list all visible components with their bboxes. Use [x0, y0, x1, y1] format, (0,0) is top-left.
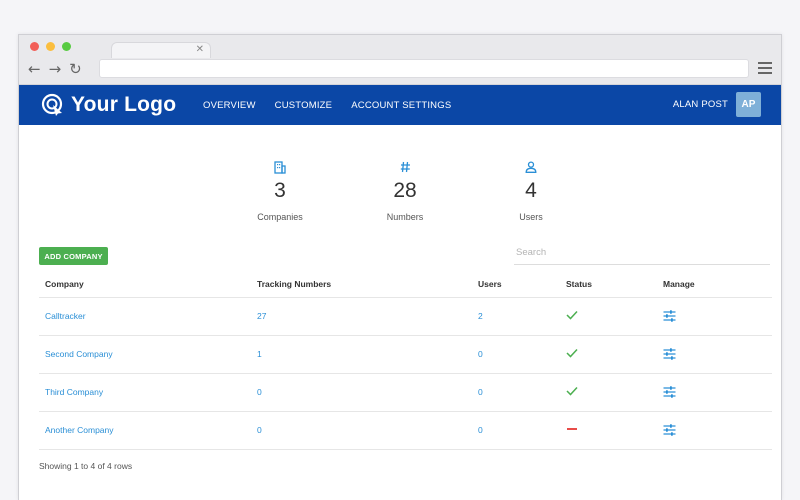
logo-text: Your Logo [71, 93, 177, 116]
dash-icon [566, 426, 578, 436]
column-header-users[interactable]: Users [472, 271, 560, 298]
sliders-icon[interactable] [663, 386, 772, 398]
tracking-numbers-link[interactable]: 1 [251, 335, 472, 374]
user-icon [486, 161, 576, 175]
user-name: ALAN POST [672, 99, 728, 110]
stat-label: Companies [257, 212, 303, 222]
sliders-icon[interactable] [663, 348, 772, 360]
check-icon [566, 348, 578, 360]
stat-numbers: 28 Numbers [360, 161, 450, 222]
logo[interactable]: Your Logo [41, 93, 176, 117]
search-input[interactable] [514, 241, 770, 265]
table-row: Calltracker 27 2 [39, 297, 772, 336]
status-cell [560, 297, 657, 336]
avatar[interactable]: AP [736, 92, 761, 117]
column-header-tracking-numbers[interactable]: Tracking Numbers [251, 271, 472, 298]
browser-nav: ← → ↻ [28, 62, 82, 77]
tracking-numbers-link[interactable]: 0 [251, 411, 472, 450]
sliders-icon[interactable] [663, 424, 772, 436]
maximize-window-button[interactable] [62, 42, 71, 51]
stat-value: 3 [274, 179, 286, 202]
nav-account-settings[interactable]: ACCOUNT SETTINGS [351, 100, 451, 111]
manage-cell [657, 335, 772, 374]
browser-window: ✕ ← → ↻ Your Logo OVERVIEW CUSTOMIZE ACC… [18, 34, 782, 500]
nav-overview[interactable]: OVERVIEW [203, 100, 256, 111]
tracking-numbers-link[interactable]: 0 [251, 373, 472, 412]
tracking-numbers-link[interactable]: 27 [251, 297, 472, 336]
table-row: Second Company 1 0 [39, 335, 772, 374]
user-menu[interactable]: ALAN POST AP [673, 92, 761, 117]
users-link[interactable]: 0 [472, 411, 560, 450]
stat-value: 4 [525, 179, 537, 202]
company-link[interactable]: Third Company [39, 373, 251, 412]
table-header-row: Company Tracking Numbers Users Status Ma… [39, 271, 772, 298]
status-cell [560, 335, 657, 374]
main-nav: OVERVIEW CUSTOMIZE ACCOUNT SETTINGS [203, 100, 451, 111]
company-link[interactable]: Calltracker [39, 297, 251, 336]
stat-users: 4 Users [486, 161, 576, 222]
forward-arrow-icon[interactable]: → [49, 62, 62, 77]
table-row: Third Company 0 0 [39, 373, 772, 412]
users-link[interactable]: 0 [472, 335, 560, 374]
company-link[interactable]: Another Company [39, 411, 251, 450]
status-cell [560, 373, 657, 412]
stat-label: Users [519, 212, 543, 222]
column-header-manage[interactable]: Manage [657, 271, 772, 298]
logo-icon [41, 93, 63, 116]
close-tab-icon[interactable]: ✕ [196, 44, 204, 55]
browser-tab[interactable]: ✕ [111, 42, 211, 58]
stat-label: Numbers [386, 212, 424, 222]
add-company-button[interactable]: ADD COMPANY [39, 247, 108, 265]
browser-menu-icon[interactable] [758, 62, 772, 74]
check-icon [566, 310, 578, 322]
users-link[interactable]: 0 [472, 373, 560, 412]
manage-cell [657, 411, 772, 450]
companies-table: Company Tracking Numbers Users Status Ma… [39, 271, 772, 450]
check-icon [566, 386, 578, 398]
building-icon [235, 161, 325, 175]
company-link[interactable]: Second Company [39, 335, 251, 374]
status-cell [560, 411, 657, 450]
app-header: Your Logo OVERVIEW CUSTOMIZE ACCOUNT SET… [19, 85, 781, 125]
back-arrow-icon[interactable]: ← [28, 62, 41, 77]
minimize-window-button[interactable] [46, 42, 55, 51]
reload-icon[interactable]: ↻ [69, 62, 82, 77]
address-bar[interactable] [99, 59, 749, 78]
stat-value: 28 [393, 179, 417, 202]
sliders-icon[interactable] [663, 310, 772, 322]
manage-cell [657, 373, 772, 412]
column-header-status[interactable]: Status [560, 271, 657, 298]
pagination-info: Showing 1 to 4 of 4 rows [39, 461, 133, 471]
column-header-company[interactable]: Company [39, 271, 251, 298]
nav-customize[interactable]: CUSTOMIZE [275, 100, 333, 111]
browser-chrome: ✕ ← → ↻ [19, 35, 781, 85]
users-link[interactable]: 2 [472, 297, 560, 336]
manage-cell [657, 297, 772, 336]
table-row: Another Company 0 0 [39, 411, 772, 450]
close-window-button[interactable] [30, 42, 39, 51]
window-controls [30, 42, 71, 51]
hash-icon [360, 161, 450, 175]
stat-companies: 3 Companies [235, 161, 325, 222]
